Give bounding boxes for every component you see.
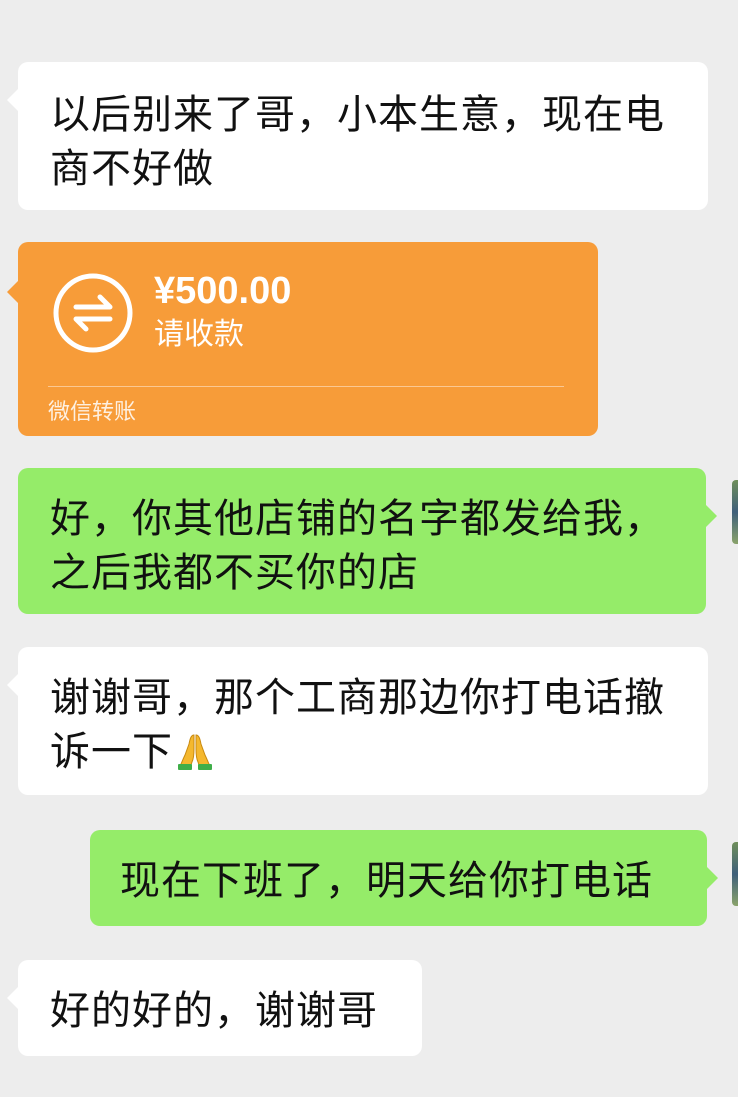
message-bubble-incoming[interactable]: 好的好的，谢谢哥: [7, 960, 422, 1056]
avatar[interactable]: [732, 480, 738, 544]
message-text: 以后别来了哥，小本生意，现在电商不好做: [50, 92, 665, 192]
wechat-transfer-card[interactable]: ¥500.00 请收款 微信转账: [7, 242, 598, 436]
transfer-divider: [48, 386, 564, 387]
message-text: 好的好的，谢谢哥: [50, 988, 378, 1034]
chat-thread: 以后别来了哥，小本生意，现在电商不好做 ¥500.00 请收款 微信转账 好，你…: [0, 0, 738, 1097]
message-bubble-incoming[interactable]: 以后别来了哥，小本生意，现在电商不好做: [7, 62, 708, 210]
transfer-status: 请收款: [154, 317, 244, 352]
message-bubble-outgoing[interactable]: 好，你其他店铺的名字都发给我，之后我都不买你的店: [18, 468, 717, 614]
transfer-icon: [53, 273, 133, 353]
message-text: 谢谢哥，那个工商那边你打电话撤诉一下: [50, 675, 665, 775]
message-bubble-outgoing[interactable]: 现在下班了，明天给你打电话: [90, 830, 718, 926]
folded-hands-icon: [178, 734, 212, 770]
transfer-label: 微信转账: [48, 400, 137, 425]
avatar[interactable]: [732, 842, 738, 906]
transfer-amount: ¥500.00: [154, 270, 292, 312]
message-text: 好，你其他店铺的名字都发给我，之后我都不买你的店: [50, 496, 665, 596]
message-bubble-incoming[interactable]: 谢谢哥，那个工商那边你打电话撤诉一下: [7, 647, 708, 795]
message-text: 现在下班了，明天给你打电话: [120, 858, 653, 904]
